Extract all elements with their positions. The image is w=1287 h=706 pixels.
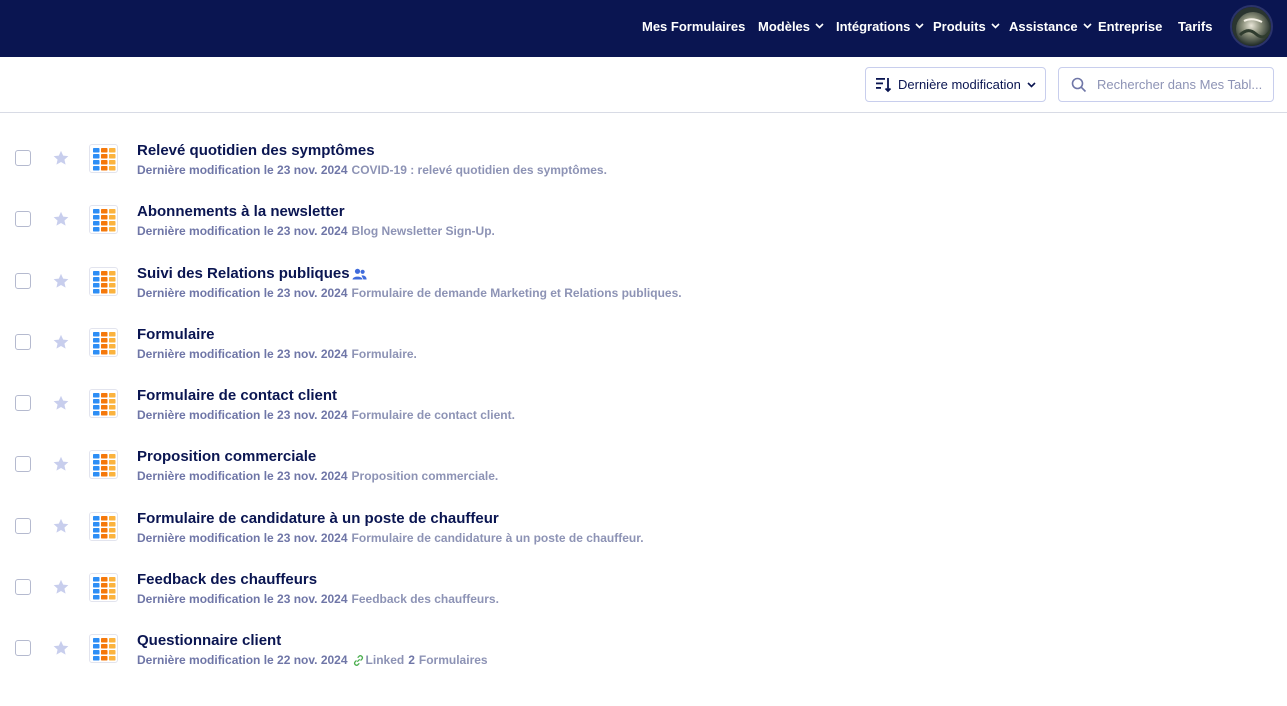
select-checkbox[interactable] bbox=[15, 640, 31, 656]
modified-date: Dernière modification le 23 nov. 2024 bbox=[137, 531, 348, 545]
modified-date: Dernière modification le 22 nov. 2024 bbox=[137, 653, 348, 667]
shared-users-icon bbox=[352, 268, 367, 280]
star-icon[interactable] bbox=[52, 639, 70, 657]
nav-item-tarifs[interactable]: Tarifs bbox=[1178, 0, 1212, 52]
star-icon[interactable] bbox=[52, 210, 70, 228]
select-checkbox[interactable] bbox=[15, 579, 31, 595]
modified-date: Dernière modification le 23 nov. 2024 bbox=[137, 347, 348, 361]
select-checkbox[interactable] bbox=[15, 273, 31, 289]
nav-item-modeles[interactable]: Modèles bbox=[758, 0, 824, 52]
form-row[interactable]: Proposition commerciale Dernière modifica… bbox=[0, 434, 1287, 495]
star-icon[interactable] bbox=[52, 455, 70, 473]
form-meta: Dernière modification le 23 nov. 2024 Fee… bbox=[137, 592, 499, 606]
modified-date: Dernière modification le 23 nov. 2024 bbox=[137, 286, 348, 300]
form-description: Formulaire de demande Marketing et Relat… bbox=[351, 286, 682, 300]
form-title[interactable]: Proposition commerciale bbox=[137, 448, 316, 465]
form-meta: Dernière modification le 23 nov. 2024 Pro… bbox=[137, 469, 498, 483]
form-row[interactable]: Feedback des chauffeurs Dernière modifica… bbox=[0, 557, 1287, 618]
chevron-down-icon bbox=[815, 23, 824, 29]
nav-item-mes-formulaires[interactable]: Mes Formulaires bbox=[642, 0, 745, 52]
nav-item-integrations[interactable]: Intégrations bbox=[836, 0, 924, 52]
top-navigation: Mes Formulaires Modèles Intégrations Pro… bbox=[0, 0, 1287, 57]
star-icon[interactable] bbox=[52, 517, 70, 535]
form-meta: Dernière modification le 23 nov. 2024 COV… bbox=[137, 163, 607, 177]
globe-avatar-icon bbox=[1232, 7, 1271, 46]
select-checkbox[interactable] bbox=[15, 395, 31, 411]
chevron-down-icon bbox=[1027, 81, 1036, 88]
form-row[interactable]: Formulaire de candidature à un poste de … bbox=[0, 496, 1287, 557]
nav-item-entreprise[interactable]: Entreprise bbox=[1098, 0, 1162, 52]
select-checkbox[interactable] bbox=[15, 456, 31, 472]
form-row[interactable]: Abonnements à la newsletter Dernière modi… bbox=[0, 189, 1287, 250]
chevron-down-icon bbox=[915, 23, 924, 29]
form-row[interactable]: Relevé quotidien des symptômes Dernière m… bbox=[0, 128, 1287, 189]
form-description: COVID-19 : relevé quotidien des symptôme… bbox=[351, 163, 607, 177]
form-grid-icon bbox=[89, 573, 118, 602]
form-title[interactable]: Formulaire bbox=[137, 326, 215, 343]
modified-date: Dernière modification le 23 nov. 2024 bbox=[137, 408, 348, 422]
form-title[interactable]: Formulaire de candidature à un poste de … bbox=[137, 510, 499, 527]
modified-date: Dernière modification le 23 nov. 2024 bbox=[137, 224, 348, 238]
nav-item-assistance[interactable]: Assistance bbox=[1009, 0, 1092, 52]
nav-item-produits[interactable]: Produits bbox=[933, 0, 1000, 52]
select-checkbox[interactable] bbox=[15, 150, 31, 166]
user-avatar[interactable] bbox=[1230, 5, 1273, 48]
star-icon[interactable] bbox=[52, 394, 70, 412]
search-box bbox=[1058, 67, 1274, 102]
sort-label: Dernière modification bbox=[898, 77, 1021, 92]
form-description: Feedback des chauffeurs. bbox=[351, 592, 499, 606]
star-icon[interactable] bbox=[52, 333, 70, 351]
select-checkbox[interactable] bbox=[15, 334, 31, 350]
form-description: Proposition commerciale. bbox=[351, 469, 499, 483]
modified-date: Dernière modification le 23 nov. 2024 bbox=[137, 592, 348, 606]
search-input[interactable] bbox=[1097, 77, 1262, 92]
modified-date: Dernière modification le 23 nov. 2024 bbox=[137, 163, 348, 177]
linked-forms[interactable]: Linked 2 Formulaires bbox=[352, 653, 488, 667]
form-title[interactable]: Suivi des Relations publiques bbox=[137, 265, 367, 282]
form-meta: Dernière modification le 23 nov. 2024 For… bbox=[137, 408, 515, 422]
form-row[interactable]: Formulaire Dernière modification le 23 no… bbox=[0, 312, 1287, 373]
form-grid-icon bbox=[89, 634, 118, 663]
select-checkbox[interactable] bbox=[15, 518, 31, 534]
form-grid-icon bbox=[89, 144, 118, 173]
chevron-down-icon bbox=[1083, 23, 1092, 29]
form-grid-icon bbox=[89, 389, 118, 418]
link-icon bbox=[352, 654, 365, 667]
sort-dropdown[interactable]: Dernière modification bbox=[865, 67, 1046, 102]
sort-descending-icon bbox=[875, 76, 892, 93]
form-grid-icon bbox=[89, 205, 118, 234]
form-meta: Dernière modification le 22 nov. 2024 Lin… bbox=[137, 653, 488, 667]
modified-date: Dernière modification le 23 nov. 2024 bbox=[137, 469, 348, 483]
form-row[interactable]: Formulaire de contact client Dernière mod… bbox=[0, 373, 1287, 434]
select-checkbox[interactable] bbox=[15, 211, 31, 227]
form-meta: Dernière modification le 23 nov. 2024 For… bbox=[137, 531, 644, 545]
form-description: Formulaire de candidature à un poste de … bbox=[351, 531, 644, 545]
form-meta: Dernière modification le 23 nov. 2024 For… bbox=[137, 286, 682, 300]
form-description: Formulaire. bbox=[351, 347, 417, 361]
star-icon[interactable] bbox=[52, 149, 70, 167]
search-icon bbox=[1071, 77, 1087, 93]
form-grid-icon bbox=[89, 267, 118, 296]
form-title[interactable]: Relevé quotidien des symptômes bbox=[137, 142, 375, 159]
form-grid-icon bbox=[89, 328, 118, 357]
form-meta: Dernière modification le 23 nov. 2024 Blo… bbox=[137, 224, 495, 238]
toolbar: Dernière modification bbox=[0, 57, 1287, 113]
chevron-down-icon bbox=[991, 23, 1000, 29]
star-icon[interactable] bbox=[52, 272, 70, 290]
form-description: Formulaire de contact client. bbox=[351, 408, 515, 422]
form-row[interactable]: Suivi des Relations publiques Dernière mo… bbox=[0, 251, 1287, 312]
form-grid-icon bbox=[89, 450, 118, 479]
form-title[interactable]: Formulaire de contact client bbox=[137, 387, 337, 404]
form-title[interactable]: Questionnaire client bbox=[137, 632, 281, 649]
form-title[interactable]: Abonnements à la newsletter bbox=[137, 203, 345, 220]
form-description: Blog Newsletter Sign-Up. bbox=[351, 224, 495, 238]
form-row[interactable]: Questionnaire client Dernière modificatio… bbox=[0, 618, 1287, 679]
form-title[interactable]: Feedback des chauffeurs bbox=[137, 571, 317, 588]
star-icon[interactable] bbox=[52, 578, 70, 596]
form-meta: Dernière modification le 23 nov. 2024 For… bbox=[137, 347, 417, 361]
form-grid-icon bbox=[89, 512, 118, 541]
